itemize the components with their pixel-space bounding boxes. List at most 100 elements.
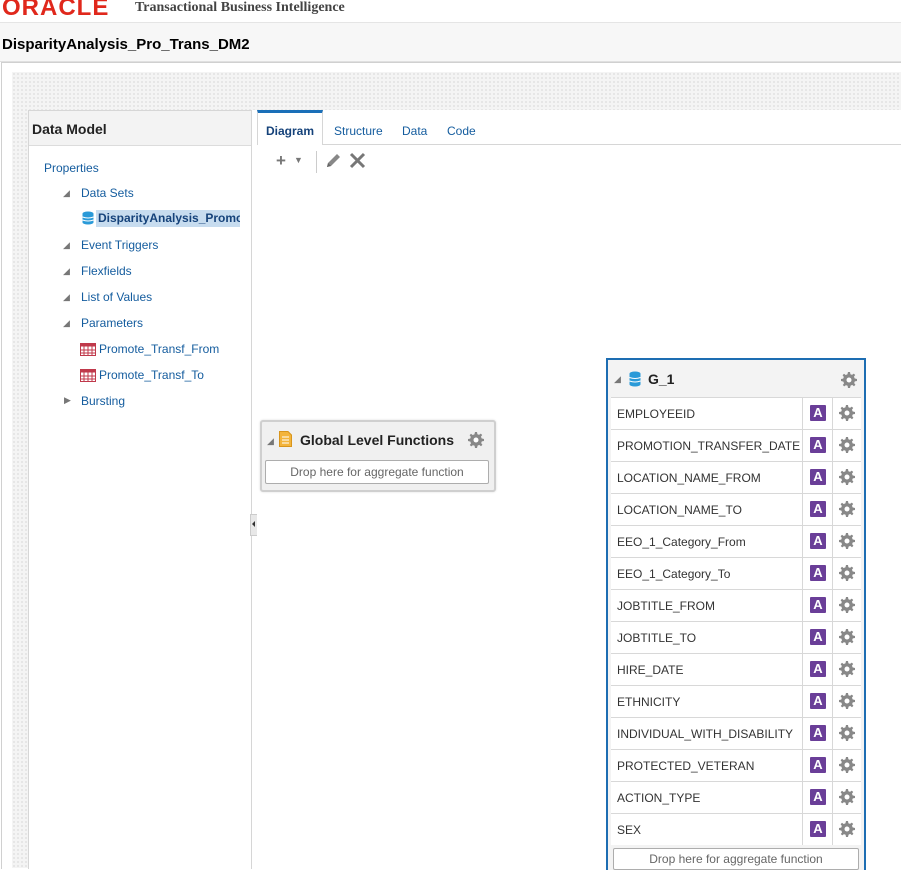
group-drop-target[interactable]: Drop here for aggregate function xyxy=(613,848,859,870)
row-divider xyxy=(802,686,803,717)
collapse-list-of-values-icon[interactable]: ◢ xyxy=(63,292,70,303)
top-banner: ORACLE Transactional Business Intelligen… xyxy=(0,0,901,23)
column-name: SEX xyxy=(617,823,642,837)
table-row[interactable]: HIRE_DATE A xyxy=(611,653,861,685)
gear-icon[interactable] xyxy=(839,501,855,517)
table-row[interactable]: LOCATION_NAME_TO A xyxy=(611,493,861,525)
table-row[interactable]: JOBTITLE_FROM A xyxy=(611,589,861,621)
collapse-flexfields-icon[interactable]: ◢ xyxy=(63,266,70,277)
row-divider xyxy=(832,750,833,781)
text-type-icon[interactable]: A xyxy=(810,437,826,453)
column-name: ETHNICITY xyxy=(617,695,681,709)
row-divider xyxy=(802,430,803,461)
table-row[interactable]: INDIVIDUAL_WITH_DISABILITY A xyxy=(611,717,861,749)
tree-item-list-of-values[interactable]: List of Values xyxy=(81,290,152,304)
gear-icon[interactable] xyxy=(839,629,855,645)
title-bar: DisparityAnalysis_Pro_Trans_DM2 xyxy=(0,23,901,62)
row-divider xyxy=(802,654,803,685)
row-divider xyxy=(832,430,833,461)
group-g1[interactable]: ◢ G_1 EMPLOYEEID A PROMOTION_TRANSFER_DATE… xyxy=(606,358,866,870)
tree-item-dataset[interactable]: DisparityAnalysis_Promc xyxy=(96,210,240,227)
tree-item-data-sets[interactable]: Data Sets xyxy=(81,186,134,200)
tab-diagram[interactable]: Diagram xyxy=(257,110,323,147)
data-model-title: Data Model xyxy=(32,121,107,137)
text-type-icon[interactable]: A xyxy=(810,405,826,421)
page-title: DisparityAnalysis_Pro_Trans_DM2 xyxy=(2,36,250,53)
row-divider xyxy=(802,718,803,749)
column-name: PROMOTION_TRANSFER_DATE xyxy=(617,439,801,453)
text-type-icon[interactable]: A xyxy=(810,469,826,485)
gear-icon[interactable] xyxy=(839,757,855,773)
text-type-icon[interactable]: A xyxy=(810,757,826,773)
tree-item-param-from[interactable]: Promote_Transf_From xyxy=(99,342,219,356)
gear-icon[interactable] xyxy=(841,372,857,388)
tree-item-parameters[interactable]: Parameters xyxy=(81,316,143,330)
gear-icon[interactable] xyxy=(839,725,855,741)
table-row[interactable]: JOBTITLE_TO A xyxy=(611,621,861,653)
table-row[interactable]: ACTION_TYPE A xyxy=(611,781,861,813)
tree-item-event-triggers[interactable]: Event Triggers xyxy=(81,238,158,252)
tree-item-param-to[interactable]: Promote_Transf_To xyxy=(99,368,204,382)
column-name: EMPLOYEEID xyxy=(617,407,696,421)
collapse-group-icon[interactable]: ◢ xyxy=(614,374,621,385)
gear-icon[interactable] xyxy=(839,533,855,549)
gear-icon[interactable] xyxy=(839,565,855,581)
global-functions-title: Global Level Functions xyxy=(300,432,455,448)
text-type-icon[interactable]: A xyxy=(810,789,826,805)
collapse-data-sets-icon[interactable]: ◢ xyxy=(63,188,70,199)
gear-icon[interactable] xyxy=(839,597,855,613)
global-drop-target[interactable]: Drop here for aggregate function xyxy=(265,460,489,484)
table-row[interactable]: EEO_1_Category_From A xyxy=(611,525,861,557)
gear-icon[interactable] xyxy=(839,789,855,805)
gear-icon[interactable] xyxy=(468,432,484,448)
tab-bar: Diagram Structure Data Code xyxy=(257,110,901,147)
global-level-functions-box[interactable]: ◢ Global Level Functions Drop here for a… xyxy=(260,420,496,492)
gear-icon[interactable] xyxy=(839,693,855,709)
tab-code[interactable]: Code xyxy=(447,124,476,138)
tree-item-bursting[interactable]: Bursting xyxy=(81,394,125,408)
text-type-icon[interactable]: A xyxy=(810,821,826,837)
collapse-parameters-icon[interactable]: ◢ xyxy=(63,318,70,329)
row-divider xyxy=(832,622,833,653)
gear-icon[interactable] xyxy=(839,469,855,485)
tree-item-flexfields[interactable]: Flexfields xyxy=(81,264,132,278)
toolbar-divider xyxy=(316,151,317,173)
row-divider xyxy=(802,558,803,589)
table-row[interactable]: SEX A xyxy=(611,813,861,845)
table-row[interactable]: EEO_1_Category_To A xyxy=(611,557,861,589)
table-row[interactable]: PROMOTION_TRANSFER_DATE A xyxy=(611,429,861,461)
text-type-icon[interactable]: A xyxy=(810,629,826,645)
row-divider xyxy=(802,622,803,653)
expand-bursting-icon[interactable]: ▶ xyxy=(64,395,71,406)
column-name: INDIVIDUAL_WITH_DISABILITY xyxy=(617,727,794,741)
gear-icon[interactable] xyxy=(839,437,855,453)
tab-structure[interactable]: Structure xyxy=(334,124,383,138)
row-divider xyxy=(802,526,803,557)
text-type-icon[interactable]: A xyxy=(810,501,826,517)
text-type-icon[interactable]: A xyxy=(810,597,826,613)
collapse-event-triggers-icon[interactable]: ◢ xyxy=(63,240,70,251)
column-name: EEO_1_Category_From xyxy=(617,535,746,549)
table-row[interactable]: EMPLOYEEID A xyxy=(611,397,861,429)
gear-icon[interactable] xyxy=(839,821,855,837)
gear-icon[interactable] xyxy=(839,661,855,677)
pencil-icon[interactable] xyxy=(325,152,342,174)
table-row[interactable]: ETHNICITY A xyxy=(611,685,861,717)
chevron-down-icon[interactable]: ▼ xyxy=(294,155,303,165)
dotted-band-top xyxy=(12,72,901,110)
row-divider xyxy=(832,526,833,557)
table-row[interactable]: PROTECTED_VETERAN A xyxy=(611,749,861,781)
text-type-icon[interactable]: A xyxy=(810,661,826,677)
plus-icon[interactable]: + xyxy=(276,151,286,171)
text-type-icon[interactable]: A xyxy=(810,533,826,549)
text-type-icon[interactable]: A xyxy=(810,725,826,741)
collapse-global-icon[interactable]: ◢ xyxy=(267,436,274,447)
gear-icon[interactable] xyxy=(839,405,855,421)
row-divider xyxy=(802,462,803,493)
tab-data[interactable]: Data xyxy=(402,124,427,138)
tree-item-properties[interactable]: Properties xyxy=(44,161,99,175)
close-icon[interactable] xyxy=(349,152,366,174)
text-type-icon[interactable]: A xyxy=(810,693,826,709)
table-row[interactable]: LOCATION_NAME_FROM A xyxy=(611,461,861,493)
text-type-icon[interactable]: A xyxy=(810,565,826,581)
